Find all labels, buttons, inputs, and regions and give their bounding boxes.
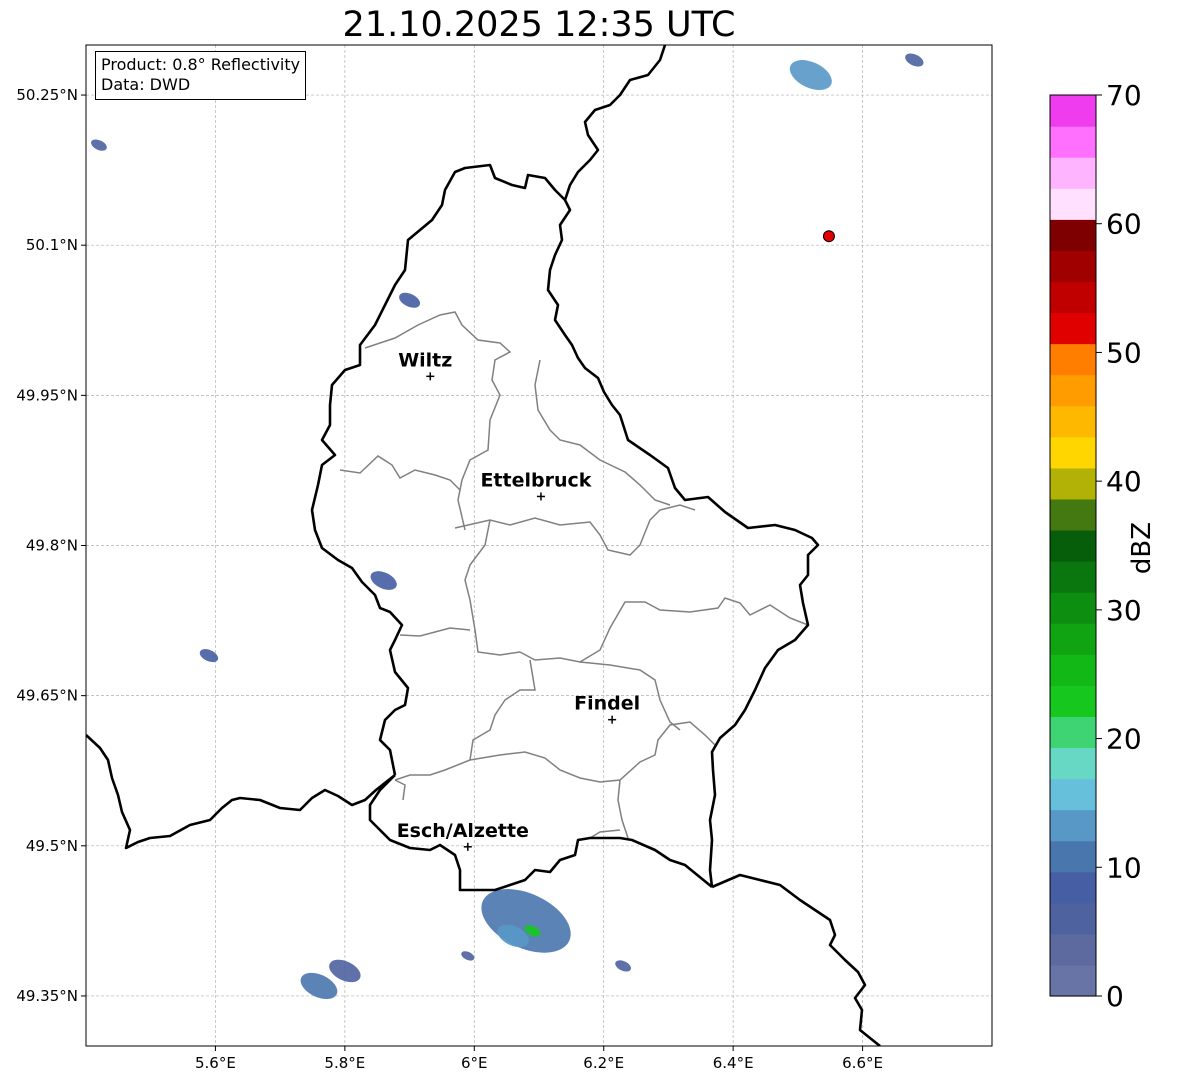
radar-echo xyxy=(615,960,632,972)
colorbar-segment xyxy=(1050,747,1096,780)
colorbar-segment xyxy=(1050,902,1096,935)
x-tick-label: 6.2°E xyxy=(583,1054,624,1072)
map-gridlines xyxy=(86,45,992,1046)
city-label: Esch/Alzette xyxy=(397,820,529,842)
y-tick-label: 50.1°N xyxy=(26,236,78,254)
colorbar-segment xyxy=(1050,219,1096,251)
colorbar-segment xyxy=(1050,436,1096,469)
y-tick-label: 49.65°N xyxy=(16,687,78,705)
colorbar-tick-label: 60 xyxy=(1106,208,1142,241)
colorbar-segment xyxy=(1050,654,1096,686)
colorbar-segment xyxy=(1050,374,1096,407)
data-source-label: Data: DWD xyxy=(101,75,191,94)
colorbar-segment xyxy=(1050,716,1096,749)
radar-echo xyxy=(461,951,475,961)
colorbar-segment xyxy=(1050,964,1096,997)
x-tick-label: 6.4°E xyxy=(713,1054,754,1072)
colorbar-segment xyxy=(1050,623,1096,655)
x-tick-label: 6°E xyxy=(461,1054,488,1072)
y-tick-label: 49.35°N xyxy=(16,987,78,1005)
radar-echo xyxy=(370,571,397,590)
city-label: Findel xyxy=(574,693,640,715)
city-label: Ettelbruck xyxy=(480,469,591,491)
colorbar-segment xyxy=(1050,778,1096,811)
colorbar-segment xyxy=(1050,840,1096,873)
colorbar-segment xyxy=(1050,157,1096,189)
x-tick-label: 5.6°E xyxy=(195,1054,236,1072)
radar-site-dot xyxy=(822,230,835,243)
city-marker: Esch/Alzette xyxy=(397,820,529,851)
colorbar-segment xyxy=(1050,467,1096,500)
colorbar-segment xyxy=(1050,281,1096,314)
colorbar-segment xyxy=(1050,498,1096,531)
canton-boundaries xyxy=(339,311,809,839)
x-axis: 5.6°E 5.8°E 6°E 6.2°E 6.4°E 6.6°E xyxy=(195,1046,883,1072)
colorbar-tick-label: 0 xyxy=(1106,980,1124,1013)
radar-site-marker xyxy=(822,230,835,243)
colorbar-segment xyxy=(1050,592,1096,624)
colorbar-segment xyxy=(1050,95,1096,127)
colorbar-segment xyxy=(1050,312,1096,345)
colorbar-segment xyxy=(1050,126,1096,158)
colorbar-segment xyxy=(1050,188,1096,220)
product-info-box: Product: 0.8° Reflectivity Data: DWD xyxy=(95,51,307,100)
y-axis: 50.25°N 50.1°N 49.95°N 49.8°N 49.65°N 49.5°N 4… xyxy=(16,86,86,1005)
colorbar-tick-label: 70 xyxy=(1106,79,1142,112)
colorbar-segment xyxy=(1050,405,1096,438)
radar-echo xyxy=(789,60,832,91)
city-label: Wiltz xyxy=(398,349,452,371)
colorbar-tick-label: 30 xyxy=(1106,594,1142,627)
radar-echo xyxy=(399,292,421,308)
colorbar-segment xyxy=(1050,933,1096,966)
colorbar-tick-label: 10 xyxy=(1106,851,1142,884)
product-label: Product: 0.8° Reflectivity xyxy=(101,55,301,74)
colorbar-segment xyxy=(1050,561,1096,593)
colorbar-segment xyxy=(1050,529,1096,562)
colorbar-segment xyxy=(1050,685,1096,717)
city-marker: Ettelbruck xyxy=(480,469,592,501)
radar-echo xyxy=(91,139,107,151)
radar-map: WiltzEttelbruckFindelEsch/Alzette 5.6°E 5… xyxy=(16,44,1142,1072)
colorbar-segment xyxy=(1050,809,1096,842)
y-tick-label: 49.95°N xyxy=(16,386,78,404)
colorbar-tick-label: 50 xyxy=(1106,336,1142,369)
y-tick-label: 49.5°N xyxy=(26,837,78,855)
city-marker: Wiltz xyxy=(398,349,452,381)
colorbar-label: dBZ xyxy=(1127,521,1157,575)
colorbar-tick-label: 20 xyxy=(1106,723,1142,756)
x-tick-label: 5.8°E xyxy=(324,1054,365,1072)
city-marker: Findel xyxy=(574,693,640,724)
radar-echo xyxy=(199,649,219,663)
colorbar-segment xyxy=(1050,871,1096,904)
colorbar-segment xyxy=(1050,343,1096,376)
x-tick-label: 6.6°E xyxy=(842,1054,883,1072)
colorbar-segment xyxy=(1050,250,1096,283)
y-tick-label: 50.25°N xyxy=(16,86,78,104)
y-tick-label: 49.8°N xyxy=(26,537,78,555)
radar-echo xyxy=(905,53,924,67)
radar-echo-layer xyxy=(91,53,924,1000)
colorbar-tick-label: 40 xyxy=(1106,465,1142,498)
